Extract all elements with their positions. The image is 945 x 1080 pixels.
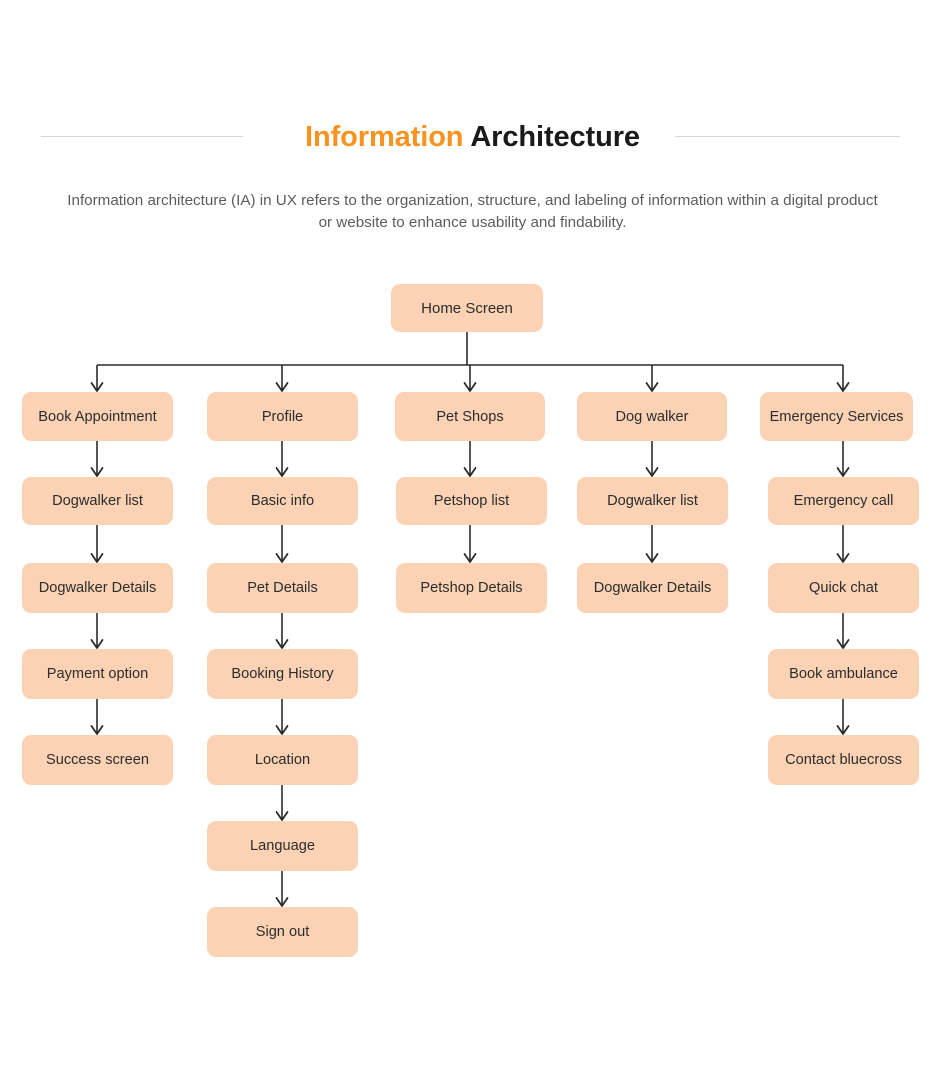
branch-arrow-profile [275,382,289,392]
link-arrow-book-appointment-3 [90,639,104,649]
node-book-appointment-1[interactable]: Book Appointment [22,392,173,441]
branch-arrow-pet-shops [463,382,477,392]
node-label: Pet Details [247,580,318,596]
node-label: Sign out [255,924,310,940]
node-label: Home Screen [421,299,513,317]
link-arrow-profile-5 [275,811,289,821]
node-label: Dogwalker Details [593,580,712,596]
link-arrow-emergency-services-4 [836,725,850,735]
link-arrow-profile-2 [275,553,289,563]
node-pet-shops-3[interactable]: Petshop Details [396,563,547,613]
node-book-appointment-4[interactable]: Payment option [22,649,173,699]
node-label: Success screen [45,752,149,768]
node-label: Language [250,838,315,854]
node-label: Dog walker [615,408,689,425]
node-emergency-services-1[interactable]: Emergency Services [760,392,913,441]
link-arrow-profile-4 [275,725,289,735]
node-profile-4[interactable]: Booking History [207,649,358,699]
node-profile-7[interactable]: Sign out [207,907,358,957]
node-profile-1[interactable]: Profile [207,392,358,441]
link-arrow-profile-6 [275,897,289,907]
node-dog-walker-2[interactable]: Dogwalker list [577,477,728,525]
link-arrow-emergency-services-2 [836,553,850,563]
node-emergency-services-2[interactable]: Emergency call [768,477,919,525]
node-label: Basic info [250,493,315,509]
node-emergency-services-4[interactable]: Book ambulance [768,649,919,699]
node-label: Dogwalker list [607,493,698,509]
node-book-appointment-5[interactable]: Success screen [22,735,173,785]
node-profile-2[interactable]: Basic info [207,477,358,525]
link-arrow-emergency-services-3 [836,639,850,649]
node-label: Booking History [231,666,334,682]
link-arrow-book-appointment-2 [90,553,104,563]
node-emergency-services-3[interactable]: Quick chat [768,563,919,613]
link-arrow-book-appointment-4 [90,725,104,735]
link-arrow-dog-walker-2 [645,553,659,563]
node-dog-walker-1[interactable]: Dog walker [577,392,727,441]
node-label: Emergency call [793,493,894,509]
node-label: Payment option [46,666,149,682]
node-label: Dogwalker list [52,493,143,509]
link-arrow-pet-shops-2 [463,553,477,563]
link-arrow-pet-shops-1 [463,467,477,477]
link-arrow-profile-3 [275,639,289,649]
node-profile-3[interactable]: Pet Details [207,563,358,613]
node-pet-shops-2[interactable]: Petshop list [396,477,547,525]
node-label: Petshop list [433,493,510,509]
link-arrow-emergency-services-1 [836,467,850,477]
node-emergency-services-5[interactable]: Contact bluecross [768,735,919,785]
node-label: Quick chat [809,580,878,596]
node-label: Location [254,752,311,768]
link-arrow-dog-walker-1 [645,467,659,477]
branch-arrow-dog-walker [645,382,659,392]
node-label: Book ambulance [789,666,898,682]
node-profile-5[interactable]: Location [207,735,358,785]
link-arrow-profile-1 [275,467,289,477]
node-book-appointment-2[interactable]: Dogwalker list [22,477,173,525]
branch-arrow-emergency-services [836,382,850,392]
node-dog-walker-3[interactable]: Dogwalker Details [577,563,728,613]
node-label: Book Appointment [38,408,157,425]
node-label: Petshop Details [420,580,523,596]
node-label: Pet Shops [436,408,504,425]
information-architecture-diagram: Home Screen Book Appointment Dogwalker lis… [0,0,945,1080]
node-label: Emergency Services [769,408,904,425]
node-pet-shops-1[interactable]: Pet Shops [395,392,545,441]
diagram-connectors [90,332,850,907]
node-label: Profile [261,408,304,425]
node-home-screen[interactable]: Home Screen [391,284,543,332]
node-label: Dogwalker Details [38,580,157,596]
node-book-appointment-3[interactable]: Dogwalker Details [22,563,173,613]
link-arrow-book-appointment-1 [90,467,104,477]
branch-arrow-book-appointment [90,382,104,392]
node-profile-6[interactable]: Language [207,821,358,871]
node-label: Contact bluecross [785,752,902,768]
